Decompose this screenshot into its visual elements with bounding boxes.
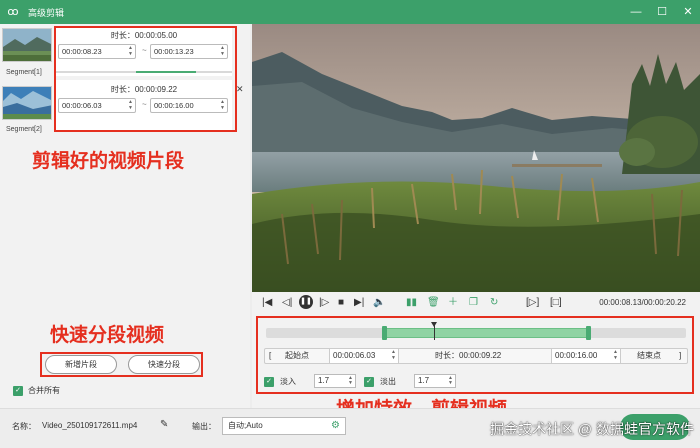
volume-icon[interactable]: 🔈 [373,297,385,309]
annotation-box-segments [54,26,237,132]
video-preview[interactable] [252,24,700,292]
segment-thumbnail-2[interactable] [2,86,52,120]
player-controls: |◀ ◁| ❚❚ |▷ ■ ▶| 🔈 ▮▮ 🗑 ＋ ❐ ↻ [▷] [□] 00… [252,292,700,314]
set-end-icon[interactable]: [□] [550,297,562,309]
add-segment-button[interactable]: 新增片段 [45,355,117,374]
delete-segment-icon[interactable]: ✕ [236,84,244,95]
close-icon[interactable]: ✕ [682,6,694,18]
edit-name-icon[interactable]: ✎ [160,419,168,430]
delete-icon[interactable]: 🗑 [427,297,440,309]
title-bar: ꝏ 高级剪辑 — ☐ ✕ [0,0,700,24]
segment-label: Segment[1] [6,69,42,76]
gear-icon[interactable]: ⚙ [331,418,340,434]
step-back-icon[interactable]: ◁| [282,297,292,309]
minimize-icon[interactable]: — [630,6,642,18]
reset-icon[interactable]: ↻ [490,297,498,309]
go-to-end-icon[interactable]: ▶| [354,297,364,309]
quick-split-button[interactable]: 快速分段 [128,355,200,374]
copy-icon[interactable]: ❐ [469,297,478,309]
merge-all-label: 合并所有 [28,386,60,395]
pause-icon[interactable]: ❚❚ [299,295,313,309]
output-select[interactable]: 自动;Auto ⚙ [222,417,346,435]
add-icon[interactable]: ＋ [448,297,458,309]
window-title: 高级剪辑 [28,7,65,18]
app-logo-icon: ꝏ [7,6,19,18]
annotation-quick-split: 快速分段视频 [50,324,165,346]
output-label: 输出： [192,422,216,431]
watermark: 掘金技术社区 @ 数据蛙官方软件 [490,421,694,437]
split-icon[interactable]: ▮▮ [406,297,417,309]
time-readout: 00:00:08.13/00:00:20.22 [599,298,686,307]
bottom-bar: 名称： Video_250109172611.mp4 ✎ 输出： 自动;Auto… [0,408,700,448]
segment-label: Segment[2] [6,126,42,133]
stop-icon[interactable]: ■ [338,297,344,309]
step-forward-icon[interactable]: |▷ [319,297,329,309]
go-to-start-icon[interactable]: |◀ [262,297,272,309]
annotation-box-timeline [256,316,694,394]
merge-all-checkbox[interactable]: ✓ [13,386,23,396]
name-label: 名称： [12,422,36,431]
segment-panel: Segment[1] Segment[2] 时长：00:00:05.00 00:… [0,24,250,408]
file-name: Video_250109172611.mp4 [42,421,138,430]
set-start-icon[interactable]: [▷] [526,297,539,309]
maximize-icon[interactable]: ☐ [656,6,668,18]
segment-thumbnail-1[interactable] [2,28,52,62]
annotation-clips: 剪辑好的视频片段 [32,150,185,172]
